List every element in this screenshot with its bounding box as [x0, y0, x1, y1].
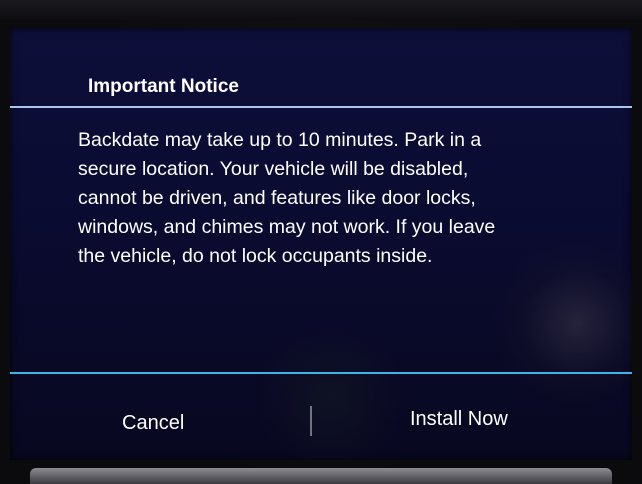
- message-line: windows, and chimes may not work. If you…: [78, 216, 496, 238]
- photo-frame: Important Notice Backdate may take up to…: [0, 0, 642, 484]
- button-separator: [310, 406, 312, 436]
- message-line: Backdate may take up to 10 minutes. Park…: [78, 129, 482, 151]
- message-line: secure location. Your vehicle will be di…: [78, 158, 469, 180]
- cancel-button[interactable]: Cancel: [122, 412, 184, 435]
- bezel-bottom: [30, 468, 612, 484]
- bezel-top: [0, 0, 642, 20]
- message-line: the vehicle, do not lock occupants insid…: [78, 245, 433, 267]
- dialog-message: Backdate may take up to 10 minutes. Park…: [78, 126, 588, 271]
- install-now-button[interactable]: Install Now: [410, 408, 508, 431]
- infotainment-screen: Important Notice Backdate may take up to…: [10, 28, 632, 460]
- dialog-title: Important Notice: [88, 76, 239, 97]
- title-divider: [10, 106, 632, 108]
- button-divider: [10, 372, 632, 374]
- message-line: cannot be driven, and features like door…: [78, 187, 476, 209]
- screen-reflection: [250, 328, 410, 460]
